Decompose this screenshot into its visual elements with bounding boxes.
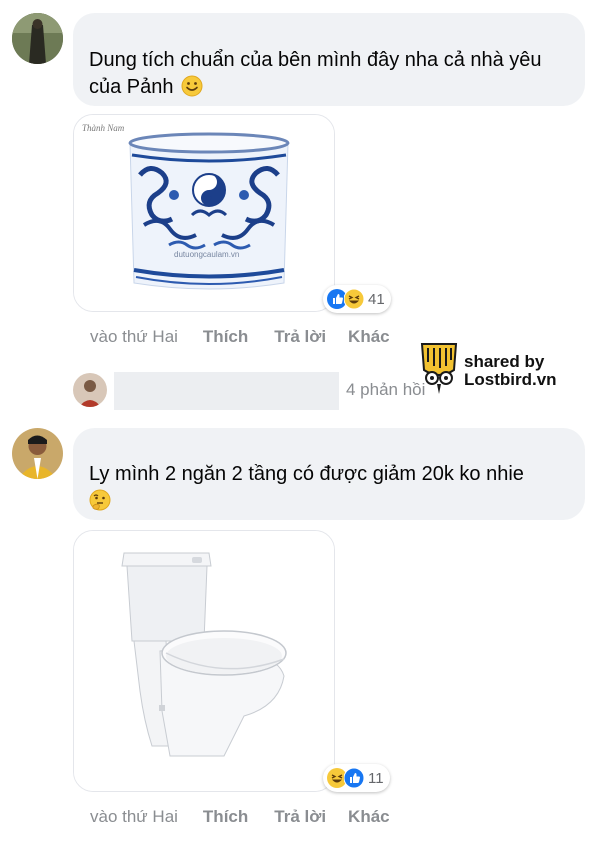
hidden-name-block [114, 372, 339, 410]
thinking-emoji-icon [89, 489, 111, 511]
comment-time[interactable]: vào thứ Hai [90, 327, 178, 347]
more-button[interactable]: Khác [348, 327, 390, 347]
reaction-count: 11 [368, 769, 384, 787]
comment-image[interactable] [73, 530, 335, 792]
comment-actions: vào thứ Hai Thích Trả lời Khác [90, 327, 390, 347]
comment-time[interactable]: vào thứ Hai [90, 807, 178, 827]
like-button[interactable]: Thích [203, 807, 248, 827]
reply-avatar[interactable] [73, 373, 107, 407]
blue-white-porcelain-pot-image [74, 115, 334, 311]
comment-bubble: Ly mình 2 ngăn 2 tầng có được giảm 20k k… [73, 428, 585, 520]
lostbird-logo [418, 340, 460, 396]
reaction-summary[interactable]: 11 [323, 764, 390, 792]
reply-button[interactable]: Trả lời [274, 807, 326, 827]
comment-actions: vào thứ Hai Thích Trả lời Khác [90, 807, 390, 827]
comment-text: Ly mình 2 ngăn 2 tầng có được giảm 20k k… [89, 461, 569, 515]
reaction-summary[interactable]: 41 [323, 285, 391, 313]
comment-image[interactable]: Thành Nam dutuongcaulam.vn [73, 114, 335, 312]
image-watermark-mid: dutuongcaulam.vn [174, 250, 240, 259]
watermark-line1: shared by [464, 352, 545, 371]
toilet-image [74, 531, 334, 791]
comment-text: Dung tích chuẩn của bên mình đây nha cả … [89, 49, 542, 98]
more-button[interactable]: Khác [348, 807, 390, 827]
comment-bubble: Dung tích chuẩn của bên mình đây nha cả … [73, 13, 585, 106]
view-replies-link[interactable]: 4 phản hồi [346, 380, 425, 400]
reaction-count: 41 [368, 290, 385, 308]
lostbird-icon [420, 343, 458, 394]
image-watermark-left: Thành Nam [82, 123, 125, 133]
haha-reaction-icon [344, 289, 364, 309]
smile-emoji-icon [181, 75, 203, 97]
commenter-avatar[interactable] [12, 428, 63, 479]
like-reaction-icon [344, 768, 364, 788]
reply-button[interactable]: Trả lời [274, 327, 326, 347]
like-button[interactable]: Thích [203, 327, 248, 347]
watermark-line2: Lostbird.vn [464, 370, 557, 389]
commenter-avatar[interactable] [12, 13, 63, 64]
